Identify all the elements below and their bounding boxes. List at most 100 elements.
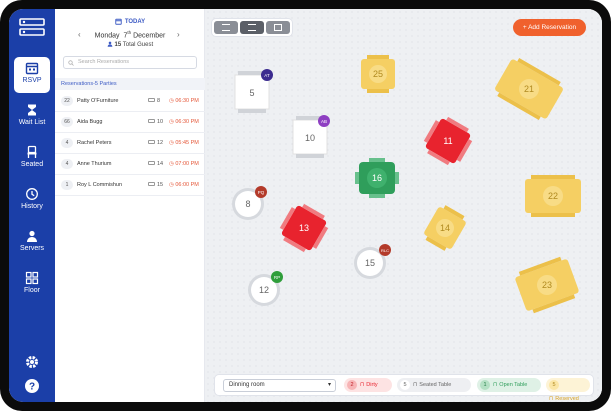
sidebar-item-seated[interactable]: Seated	[14, 141, 50, 177]
hourglass-icon	[28, 104, 36, 116]
reservation-row[interactable]: 1 Roy L Commishun 15 ◷ 06:00 PM	[55, 175, 205, 196]
table-icon	[148, 98, 155, 102]
server-badge: RP	[274, 275, 280, 280]
reservation-row[interactable]: 4 Rachel Peters 12 ◷ 05:45 PM	[55, 133, 205, 154]
reservation-time: ◷ 07:00 PM	[169, 161, 199, 167]
reservation-time: ◷ 05:45 PM	[169, 140, 199, 146]
party-size-badge: 22	[61, 96, 73, 106]
history-icon	[26, 188, 38, 200]
sidebar-item-label: RSVP	[22, 77, 42, 84]
table-21[interactable]: 21	[492, 55, 566, 123]
reservation-row[interactable]: 22 Patty O'Furniture 8 ◷ 06:30 PM	[55, 91, 205, 112]
chevron-down-icon: ▾	[327, 382, 331, 388]
sidebar-item-servers[interactable]: Servers	[14, 225, 50, 261]
legend-dirty: 2 ⊓ Dirty	[344, 378, 392, 392]
sidebar-item-wait-list[interactable]: Wait List	[14, 99, 50, 135]
help-icon[interactable]: ?	[24, 378, 40, 394]
guest-name: Anne Thurium	[77, 161, 112, 167]
settings-gear-icon[interactable]	[24, 354, 40, 370]
party-size-badge: 1	[61, 180, 73, 190]
sidebar-item-floor[interactable]: Floor	[14, 267, 50, 303]
chair-icon: ⊓	[549, 396, 554, 402]
table-number-label: 8	[245, 199, 250, 209]
total-guests: 15 Total Guest	[55, 41, 205, 48]
svg-text:?: ?	[29, 382, 35, 393]
chair-icon: ⊓	[493, 382, 498, 388]
chair-icon: ⊓	[413, 382, 418, 388]
room-select[interactable]: Dinning room ▾	[223, 379, 336, 392]
table-icon	[148, 182, 155, 186]
legend-open-table: 1 ⊓ Open Table	[477, 378, 541, 392]
guest-name: Rachel Peters	[77, 140, 112, 146]
current-date: Monday 7th December	[94, 30, 166, 40]
table-10[interactable]: 10 AB	[292, 115, 330, 158]
search-input[interactable]: Search Reservations	[63, 56, 197, 69]
party-size-badge: 4	[61, 138, 73, 148]
app-logo-icon	[19, 18, 45, 36]
tables-layer: 5 AT 25 21 10 AB 11 16 8 PQ 22 13 14 15 …	[232, 55, 581, 315]
sidebar-item-label: History	[21, 203, 43, 210]
table-23[interactable]: 23	[513, 255, 581, 315]
server-badge: AB	[321, 119, 327, 124]
table-number: 8	[148, 98, 160, 104]
table-icon	[148, 161, 155, 165]
table-13[interactable]: 13	[275, 199, 332, 256]
person-icon	[107, 41, 113, 47]
table-5[interactable]: 5 AT	[234, 69, 273, 113]
table-number-label: 23	[542, 280, 552, 290]
reservation-time: ◷ 06:30 PM	[169, 98, 199, 104]
table-14[interactable]: 14	[421, 203, 469, 254]
chair-icon: ⊓	[360, 382, 365, 388]
guest-name: Patty O'Furniture	[77, 98, 119, 104]
calendar-icon	[25, 62, 39, 75]
sidebar-item-history[interactable]: History	[14, 183, 50, 219]
table-number: 14	[148, 161, 163, 167]
table-number: 12	[148, 140, 163, 146]
reservation-time: ◷ 06:30 PM	[169, 119, 199, 125]
today-heading: TODAY	[55, 18, 205, 25]
reservation-row[interactable]: 66 Aida Bugg 10 ◷ 06:30 PM	[55, 112, 205, 133]
table-number-label: 10	[305, 133, 315, 143]
table-16[interactable]: 16	[355, 158, 399, 198]
chair-icon	[27, 145, 37, 158]
guest-name: Roy L Commishun	[77, 182, 123, 188]
sidebar-item-rsvp[interactable]: RSVP	[14, 57, 50, 93]
table-icon	[148, 140, 155, 144]
legend-seated-table: 5 ⊓ Seated Table	[397, 378, 471, 392]
sidebar-item-label: Wait List	[18, 119, 46, 126]
grid-icon	[25, 271, 39, 285]
guest-name: Aida Bugg	[77, 119, 103, 125]
table-11[interactable]: 11	[419, 112, 476, 169]
device-frame: RSVP Wait List Seated History Servers Fl…	[0, 0, 611, 411]
table-22[interactable]: 22	[525, 175, 581, 217]
reservation-time: ◷ 06:00 PM	[169, 182, 199, 188]
reservation-list-heading: Reservations-5 Parties	[55, 78, 205, 90]
table-number-label: 11	[443, 136, 452, 146]
sidebar-item-label: Servers	[19, 245, 45, 252]
table-8[interactable]: 8 PQ	[232, 186, 267, 220]
calendar-icon	[115, 18, 122, 25]
floor-plan: + Add Reservation 5 AT 25 21 10 AB 11 16…	[205, 9, 602, 402]
app-screen: RSVP Wait List Seated History Servers Fl…	[9, 9, 602, 402]
server-badge: AT	[264, 73, 270, 78]
table-number-label: 25	[373, 69, 383, 79]
sidebar-item-label: Floor	[24, 287, 40, 294]
server-person-icon	[27, 230, 37, 242]
table-12[interactable]: 12 RP	[248, 271, 283, 306]
legend-reserved: 5⊓ Reserved	[546, 378, 590, 402]
table-25[interactable]: 25	[361, 55, 395, 93]
table-number-label: 12	[259, 285, 269, 295]
server-badge: RLC	[381, 248, 389, 253]
party-size-badge: 4	[61, 159, 73, 169]
table-number: 15	[148, 182, 163, 188]
table-number-label: 16	[372, 173, 382, 183]
table-number-label: 21	[524, 84, 534, 94]
sidebar: RSVP Wait List Seated History Servers Fl…	[9, 9, 55, 402]
server-badge: PQ	[258, 190, 265, 195]
sidebar-item-label: Seated	[20, 161, 44, 168]
table-15[interactable]: 15 RLC	[354, 244, 391, 279]
floor-status-bar: Dinning room ▾ 2 ⊓ Dirty 5 ⊓ Seated Table 1 ⊓…	[215, 375, 593, 402]
reservation-row[interactable]: 4 Anne Thurium 14 ◷ 07:00 PM	[55, 154, 205, 175]
next-day-arrow-icon[interactable]: ›	[177, 30, 180, 39]
party-size-badge: 66	[61, 117, 73, 127]
